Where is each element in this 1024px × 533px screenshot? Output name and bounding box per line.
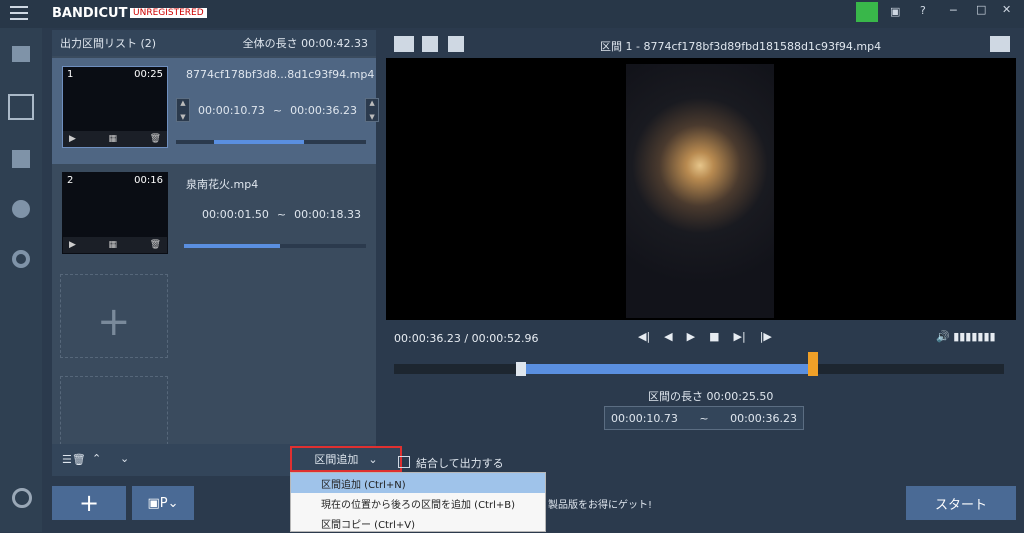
- minimize-button[interactable]: ─: [950, 4, 957, 17]
- maximize-button[interactable]: □: [976, 3, 986, 16]
- clip-duration: 00:16: [134, 175, 163, 186]
- tilde: ~: [272, 103, 283, 117]
- range-tilde: ~: [699, 411, 709, 425]
- home-icon[interactable]: [12, 46, 30, 62]
- clip-progress: [184, 244, 366, 248]
- film-icon[interactable]: [12, 150, 30, 168]
- section-length: 区間の長さ 00:00:25.50: [648, 390, 774, 403]
- next-frame-icon[interactable]: |▶: [760, 330, 772, 343]
- start-handle[interactable]: [516, 362, 526, 376]
- crop-icon[interactable]: [422, 36, 438, 52]
- clip-number: 2: [67, 175, 74, 186]
- promo-text: 製品版をお得にゲット!: [548, 500, 653, 511]
- hamburger-icon[interactable]: [10, 6, 28, 20]
- lock-icon[interactable]: [856, 2, 878, 22]
- clip-thumbnail[interactable]: 2 00:16 ▶ ▦ 🗑: [62, 172, 168, 254]
- trash-icon[interactable]: 🗑: [150, 134, 161, 144]
- add-clip-slot[interactable]: +: [60, 274, 168, 358]
- start-stepper[interactable]: ▲ ▼: [176, 98, 190, 122]
- app-name: BANDICUT: [52, 6, 128, 21]
- video-title: 区間 1 - 8774cf178bf3d89fbd181588d1c93f94.…: [600, 40, 882, 53]
- add-range-menu: 区間追加 (Ctrl+N) 現在の位置から後ろの区間を追加 (Ctrl+B) 区…: [290, 472, 546, 532]
- selection-range[interactable]: [520, 364, 810, 374]
- tilde: ~: [276, 208, 287, 221]
- help-icon[interactable]: ?: [920, 4, 926, 17]
- clip-list-panel: 出力区間リスト (2) 全体の長さ 00:00:42.33 1 00:25 ▶ ▦…: [52, 30, 380, 476]
- range-end[interactable]: 00:00:36.23: [730, 412, 797, 425]
- clip-name: 8774cf178bf3d8...8d1c93f94.mp4: [186, 68, 375, 81]
- start-time: 00:00:10.73: [198, 103, 265, 117]
- volume-icon[interactable]: 🔊 ▮▮▮▮▮▮▮: [936, 330, 996, 343]
- video-panel: 区間 1 - 8774cf178bf3d89fbd181588d1c93f94.…: [386, 30, 1016, 470]
- status-badge: UNREGISTERED: [130, 8, 207, 18]
- end-stepper[interactable]: ▲ ▼: [365, 98, 380, 122]
- video-time: 00:00:36.23 / 00:00:52.96: [394, 332, 539, 345]
- back-icon[interactable]: ◀: [664, 330, 672, 343]
- video-screen: [386, 58, 1016, 320]
- clip-name: 泉南花火.mp4: [186, 178, 259, 191]
- camera-icon[interactable]: [990, 36, 1010, 52]
- close-button[interactable]: ✕: [1002, 3, 1011, 16]
- range-start[interactable]: 00:00:10.73: [611, 412, 678, 425]
- info-icon[interactable]: [12, 200, 30, 218]
- road-icon[interactable]: [448, 36, 464, 52]
- start-time: 00:00:01.50: [202, 208, 269, 221]
- cut-icon[interactable]: [8, 94, 34, 120]
- format-button[interactable]: ▣P⌄: [132, 486, 194, 520]
- trash-icon[interactable]: 🗑: [150, 240, 161, 250]
- grid-icon[interactable]: ▦: [108, 240, 117, 250]
- stop-button[interactable]: ■: [709, 330, 719, 343]
- record-icon[interactable]: [12, 488, 32, 508]
- list-delete-icon[interactable]: ☰🗑: [62, 453, 86, 466]
- down-icon[interactable]: ⌄: [120, 452, 129, 465]
- up-icon[interactable]: ⌃: [92, 452, 101, 465]
- list-header: 出力区間リスト (2) 全体の長さ 00:00:42.33: [52, 30, 376, 56]
- add-range-label: 区間追加: [314, 453, 359, 466]
- menu-item-copy-range[interactable]: 区間コピー (Ctrl+V): [291, 513, 545, 533]
- settings-icon[interactable]: [394, 36, 414, 52]
- play-button[interactable]: ▶: [687, 330, 695, 343]
- clip-card[interactable]: 2 00:16 ▶ ▦ 🗑 泉南花火.mp4 00:00:01.50 ~ 00:00…: [52, 164, 376, 270]
- prev-frame-icon[interactable]: ◀|: [638, 330, 650, 343]
- play-icon[interactable]: ▶: [69, 134, 76, 144]
- menu-item-add-range[interactable]: 区間追加 (Ctrl+N): [291, 473, 545, 493]
- plus-icon: +: [97, 299, 131, 345]
- merge-label: 結合して出力する: [416, 457, 504, 470]
- firework-frame: [626, 64, 774, 318]
- list-title: 出力区間リスト (2): [60, 37, 157, 50]
- total-length: 全体の長さ 00:00:42.33: [242, 37, 368, 50]
- clip-thumbnail[interactable]: 1 00:25 ▶ ▦ 🗑: [62, 66, 168, 148]
- clip-duration: 00:25: [134, 69, 163, 80]
- folder-icon[interactable]: ▣: [890, 5, 900, 18]
- title-bar: BANDICUT UNREGISTERED ▣ ? ─ □ ✕: [0, 0, 1024, 28]
- clip-card[interactable]: 1 00:25 ▶ ▦ 🗑 8774cf178bf3d8...8d1c93f94.m…: [52, 58, 380, 164]
- chevron-down-icon: ⌄: [368, 452, 378, 466]
- menu-item-add-after[interactable]: 現在の位置から後ろの区間を追加 (Ctrl+B): [291, 493, 545, 513]
- start-button[interactable]: スタート: [906, 486, 1016, 520]
- playhead[interactable]: [808, 352, 818, 376]
- gear-icon[interactable]: [12, 250, 30, 268]
- add-file-button[interactable]: +: [52, 486, 126, 520]
- clip-progress: [176, 140, 366, 144]
- timeline[interactable]: [394, 352, 1004, 376]
- end-time: 00:00:36.23: [290, 103, 358, 117]
- sidebar: [0, 28, 42, 532]
- merge-checkbox[interactable]: [398, 456, 410, 468]
- end-time: 00:00:18.33: [294, 208, 362, 221]
- add-range-button[interactable]: 区間追加 ⌄: [290, 446, 402, 472]
- grid-icon[interactable]: ▦: [108, 134, 117, 144]
- play-icon[interactable]: ▶: [69, 240, 76, 250]
- clip-number: 1: [67, 69, 74, 80]
- next-icon[interactable]: ▶|: [734, 330, 746, 343]
